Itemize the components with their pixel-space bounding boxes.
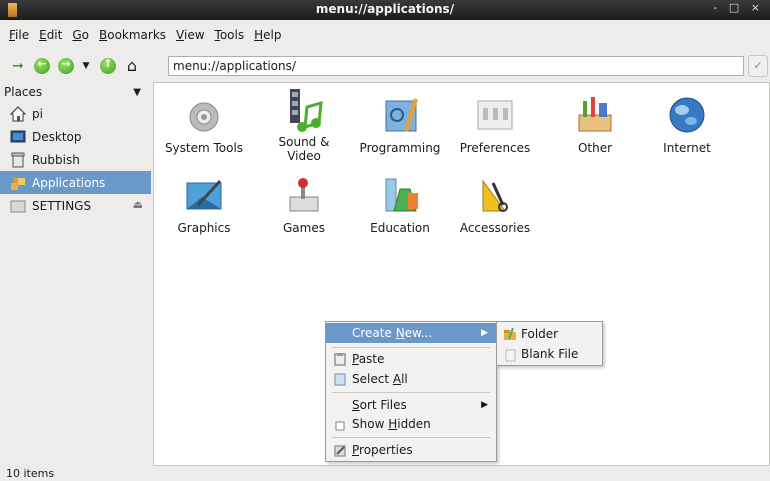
menu-item-show-hidden[interactable]: Show Hidden bbox=[326, 414, 496, 434]
folder-label: System Tools bbox=[164, 141, 244, 155]
drive-icon bbox=[10, 198, 26, 214]
folder-label: Internet bbox=[663, 141, 711, 155]
games-icon bbox=[284, 175, 324, 215]
sidebar-item-rubbish[interactable]: Rubbish bbox=[0, 148, 151, 171]
system-tools-icon bbox=[184, 95, 224, 135]
graphics-icon bbox=[184, 175, 224, 215]
menu-file[interactable]: File bbox=[4, 28, 34, 42]
folder-education[interactable]: Education bbox=[352, 175, 448, 235]
sidebar-item-label: Desktop bbox=[32, 129, 82, 144]
places-sidebar: Places ▼ pi Desktop Rubbish Applications… bbox=[0, 82, 151, 466]
sidebar-item-desktop[interactable]: Desktop bbox=[0, 125, 151, 148]
folder-accessories[interactable]: Accessories bbox=[447, 175, 543, 235]
menu-edit[interactable]: Edit bbox=[34, 28, 67, 42]
folder-label: Preferences bbox=[459, 141, 531, 155]
internet-icon bbox=[667, 95, 707, 135]
menu-view[interactable]: View bbox=[171, 28, 209, 42]
chevron-down-icon[interactable]: ▼ bbox=[133, 87, 141, 98]
location-bar-input[interactable]: menu://applications/ bbox=[168, 56, 744, 76]
back-arrow-icon bbox=[34, 57, 50, 74]
applications-icon bbox=[10, 175, 26, 191]
sidebar-item-label: pi bbox=[32, 106, 43, 121]
menu-help[interactable]: Help bbox=[249, 28, 286, 42]
folder-label: Education bbox=[370, 221, 430, 235]
desktop-icon bbox=[10, 129, 26, 145]
accessories-icon bbox=[475, 175, 515, 215]
blank-file-icon bbox=[505, 348, 517, 362]
sidebar-item-applications[interactable]: Applications bbox=[0, 171, 151, 194]
folder-system-tools[interactable]: System Tools bbox=[156, 95, 252, 155]
new-tab-arrow-icon[interactable]: ➞ bbox=[8, 56, 28, 76]
menu-item-sort-files[interactable]: Sort Files ▶ bbox=[326, 395, 496, 415]
menu-item-properties[interactable]: Properties bbox=[326, 440, 496, 460]
folder-graphics[interactable]: Graphics bbox=[156, 175, 252, 235]
folder-icon bbox=[503, 327, 516, 340]
other-icon bbox=[575, 95, 615, 135]
folder-label: Programming bbox=[359, 141, 441, 155]
places-header[interactable]: Places ▼ bbox=[0, 82, 151, 102]
menu-item-create-new[interactable]: Create New... ▶ bbox=[326, 323, 496, 343]
programming-icon bbox=[380, 95, 420, 135]
history-dropdown-icon[interactable]: ▼ bbox=[80, 56, 92, 76]
menu-separator bbox=[332, 347, 490, 348]
menu-item-blank-file[interactable]: Blank File bbox=[497, 344, 602, 364]
submenu-arrow-icon: ▶ bbox=[481, 400, 488, 410]
folder-preferences[interactable]: Preferences bbox=[447, 95, 543, 155]
folder-label: Graphics bbox=[177, 221, 231, 235]
submenu-arrow-icon: ▶ bbox=[481, 328, 488, 338]
trash-icon bbox=[10, 152, 26, 168]
window-title: menu://applications/ bbox=[315, 2, 455, 16]
forward-button[interactable] bbox=[56, 56, 76, 76]
status-bar: 10 items bbox=[0, 466, 770, 481]
folder-label: Other bbox=[577, 141, 613, 155]
folder-other[interactable]: Other bbox=[547, 95, 643, 155]
folder-sound-video[interactable]: Sound & Video bbox=[256, 89, 352, 163]
properties-icon bbox=[334, 443, 346, 457]
item-count: 10 items bbox=[6, 467, 55, 480]
up-arrow-icon bbox=[100, 57, 116, 74]
menu-separator bbox=[332, 437, 490, 438]
menu-bar: File Edit Go Bookmarks View Tools Help bbox=[0, 20, 770, 50]
places-header-label: Places bbox=[4, 85, 43, 99]
menu-bookmarks[interactable]: Bookmarks bbox=[94, 28, 171, 42]
folder-label: Games bbox=[283, 221, 325, 235]
folder-programming[interactable]: Programming bbox=[352, 95, 448, 155]
education-icon bbox=[380, 175, 420, 215]
back-button[interactable] bbox=[32, 56, 52, 76]
checkbox-icon bbox=[334, 418, 346, 431]
context-menu: Create New... ▶ Paste Select All Sort Fi… bbox=[325, 321, 497, 462]
home-icon bbox=[9, 105, 27, 122]
title-bar: menu://applications/ - □ × bbox=[0, 0, 770, 20]
folder-label: Sound & Video bbox=[278, 135, 330, 163]
sound-video-icon bbox=[284, 89, 324, 132]
sidebar-item-label: SETTINGS bbox=[32, 198, 92, 213]
menu-tools[interactable]: Tools bbox=[210, 28, 250, 42]
eject-icon[interactable]: ⏏ bbox=[133, 198, 143, 211]
home-button-icon[interactable]: ⌂ bbox=[122, 56, 142, 76]
preferences-icon bbox=[475, 95, 515, 135]
folder-label: Accessories bbox=[459, 221, 531, 235]
sidebar-item-label: Rubbish bbox=[32, 152, 80, 167]
menu-item-folder[interactable]: Folder bbox=[497, 324, 602, 344]
window-controls[interactable]: - □ × bbox=[713, 1, 764, 14]
clear-location-icon[interactable]: ✓ bbox=[748, 55, 768, 77]
up-button[interactable] bbox=[98, 56, 118, 76]
sidebar-item-settings[interactable]: SETTINGS ⏏ bbox=[0, 194, 151, 217]
sidebar-item-home[interactable]: pi bbox=[0, 102, 151, 125]
menu-item-select-all[interactable]: Select All bbox=[326, 369, 496, 389]
folder-internet[interactable]: Internet bbox=[639, 95, 735, 155]
menu-item-paste[interactable]: Paste bbox=[326, 349, 496, 369]
select-all-icon bbox=[334, 372, 346, 386]
paste-icon bbox=[334, 352, 346, 366]
sidebar-item-label: Applications bbox=[32, 175, 106, 190]
menu-separator bbox=[332, 392, 490, 393]
forward-arrow-icon bbox=[58, 57, 74, 74]
folder-games[interactable]: Games bbox=[256, 175, 352, 235]
menu-go[interactable]: Go bbox=[67, 28, 94, 42]
create-new-submenu: Folder Blank File bbox=[496, 321, 603, 366]
